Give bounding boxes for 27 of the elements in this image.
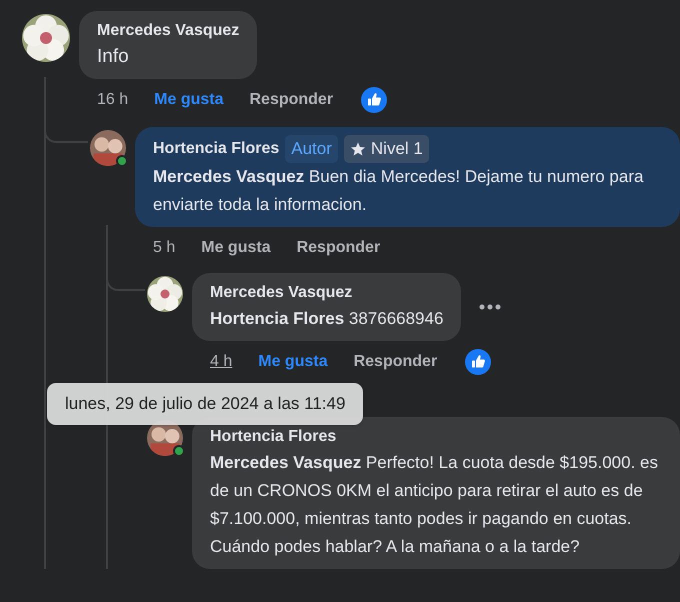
comment-text: Hortencia Flores 3876668946	[210, 308, 444, 330]
avatar[interactable]	[90, 130, 126, 166]
author-name[interactable]: Hortencia Flores	[210, 425, 336, 449]
thumbs-up-icon	[361, 87, 388, 113]
timestamp-link[interactable]: 5 h	[153, 236, 176, 260]
reply-button[interactable]: Responder	[296, 236, 380, 260]
more-options-icon[interactable]	[479, 304, 502, 310]
avatar[interactable]	[22, 14, 70, 62]
author-name[interactable]: Hortencia Flores	[153, 137, 280, 161]
date-tooltip: lunes, 29 de julio de 2024 a las 11:49	[47, 383, 364, 425]
star-icon	[350, 141, 366, 157]
timestamp-link[interactable]: 4 h	[210, 350, 232, 374]
reply-button[interactable]: Responder	[354, 350, 438, 374]
reply-button[interactable]: Responder	[249, 88, 334, 112]
like-button[interactable]: Me gusta	[258, 350, 328, 374]
thumbs-up-icon	[465, 349, 492, 375]
level-label: Nivel 1	[370, 138, 423, 160]
author-badge: Autor	[285, 135, 338, 163]
comment-text: Mercedes Vasquez Buen dia Mercedes! Dejame tu numero para enviarte toda la informacion.	[153, 166, 644, 216]
timestamp-link[interactable]: 16 h	[97, 88, 128, 112]
like-button[interactable]: Me gusta	[154, 88, 224, 112]
author-name[interactable]: Mercedes Vasquez	[97, 19, 240, 43]
avatar[interactable]	[147, 276, 183, 312]
comment-text: Info	[97, 45, 130, 69]
like-button[interactable]: Me gusta	[201, 236, 271, 260]
comment-text: Mercedes Vasquez Perfecto! La cuota desde $195.000. es de un CRONOS 0KM el anticipo para retirar el auto es de $7.100.000, mientras tanto podes ir pagando en cuotas. Cuándo podes hablar? A la mañana o a la tarde?	[210, 452, 659, 558]
author-name[interactable]: Mercedes Vasquez	[210, 281, 352, 305]
